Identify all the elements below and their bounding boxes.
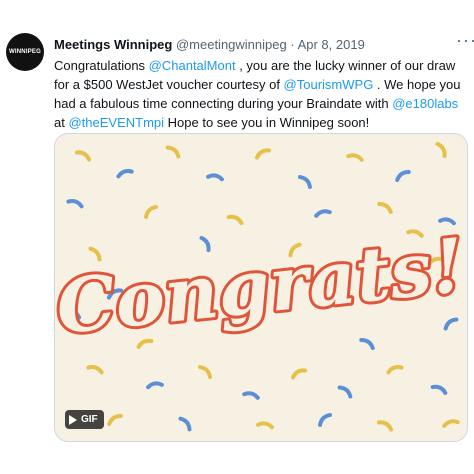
confetti-piece	[314, 209, 332, 218]
confetti-piece	[146, 381, 164, 390]
confetti-piece	[359, 337, 375, 351]
tweet-date[interactable]: Apr 8, 2019	[298, 37, 365, 52]
confetti-piece	[242, 391, 260, 400]
confetti-piece	[318, 413, 332, 427]
congrats-lettering-inner: Congrats!	[55, 223, 467, 351]
confetti-piece	[346, 153, 364, 162]
more-options-icon[interactable]: ···	[456, 30, 474, 51]
mention-link[interactable]: @e180labs	[392, 96, 458, 111]
author-handle[interactable]: @meetingwinnipeg	[176, 37, 287, 52]
mention-link[interactable]: @theEVENTmpi	[68, 115, 164, 130]
tweet-media-gif[interactable]: Congrats! Congrats! GIF	[54, 133, 468, 442]
confetti-piece	[116, 169, 134, 179]
confetti-piece	[435, 141, 447, 159]
confetti-piece	[66, 199, 84, 209]
mention-link[interactable]: @TourismWPG	[284, 77, 374, 92]
confetti-piece	[337, 385, 353, 399]
confetti-piece	[206, 173, 224, 182]
confetti-piece	[144, 205, 158, 219]
confetti-piece	[395, 169, 411, 183]
confetti-piece	[165, 145, 181, 159]
confetti-piece	[86, 365, 104, 375]
congrats-gif-image: Congrats! Congrats!	[55, 141, 467, 432]
mention-link[interactable]: @ChantalMont	[149, 58, 236, 73]
confetti-piece	[198, 365, 212, 379]
confetti-piece	[199, 235, 211, 253]
confetti-piece	[226, 214, 244, 225]
confetti-piece	[88, 246, 102, 262]
gif-label: GIF	[81, 414, 98, 425]
confetti-piece	[107, 413, 123, 427]
separator-dot: ·	[290, 37, 295, 52]
confetti-piece	[376, 420, 394, 432]
author-name[interactable]: Meetings Winnipeg	[54, 37, 172, 52]
confetti-piece	[74, 150, 92, 162]
confetti-piece	[256, 421, 274, 430]
play-icon	[69, 414, 77, 425]
confetti-piece	[298, 175, 312, 189]
tweet-header: Meetings Winnipeg @meetingwinnipeg · Apr…	[54, 37, 365, 52]
tweet-text-segment: Congratulations	[54, 58, 149, 73]
tweet-text-segment: at	[54, 115, 69, 130]
confetti-piece	[430, 384, 448, 395]
confetti-piece	[178, 416, 192, 432]
confetti-piece	[377, 201, 393, 215]
gif-badge[interactable]: GIF	[65, 410, 104, 429]
confetti-piece	[254, 148, 272, 160]
confetti-piece	[442, 419, 460, 428]
confetti-piece	[443, 317, 459, 331]
tweet: WINNIPEG Meetings Winnipeg @meetingwinni…	[0, 0, 474, 474]
confetti-piece	[290, 368, 308, 380]
tweet-text-segment: Hope to see you in Winnipeg soon!	[164, 115, 370, 130]
avatar[interactable]: WINNIPEG	[6, 33, 44, 71]
tweet-text: Congratulations @ChantalMont , you are t…	[54, 56, 470, 132]
confetti-piece	[386, 365, 404, 375]
avatar-text: WINNIPEG	[9, 49, 41, 55]
confetti-piece	[438, 217, 456, 226]
